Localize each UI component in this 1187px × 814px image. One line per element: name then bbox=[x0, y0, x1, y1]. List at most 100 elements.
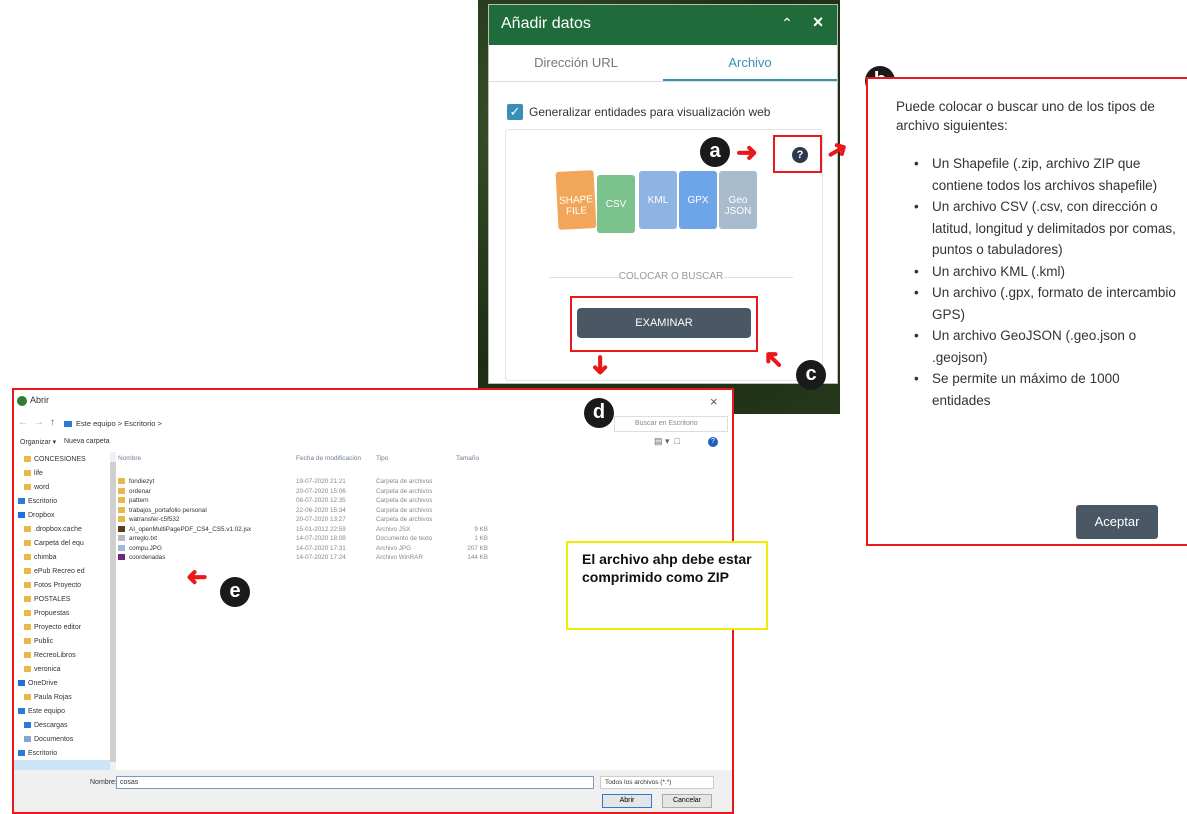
tab-file[interactable]: Archivo bbox=[663, 45, 837, 81]
table-row[interactable]: watransfer-c5f532 20-07-2020 13:27 Carpeta… bbox=[118, 516, 498, 525]
address-bar[interactable]: Este equipo > Escritorio > bbox=[64, 416, 604, 432]
table-row[interactable]: trabajos_portafolio personal 22-06-2020 1… bbox=[118, 507, 498, 516]
tab-url[interactable]: Dirección URL bbox=[489, 45, 663, 81]
sidebar-item-label: Fotos Proyecto bbox=[34, 582, 82, 589]
sidebar-item[interactable]: Paula Rojas bbox=[24, 694, 72, 701]
column-size[interactable]: Tamaño bbox=[456, 455, 479, 462]
dialog-footer: Nombre: cosas Todos los archivos (*.*) A… bbox=[14, 770, 732, 812]
up-arrow-icon[interactable]: ↑ bbox=[50, 417, 55, 428]
open-button[interactable]: Abrir bbox=[602, 794, 652, 808]
sidebar-item[interactable]: Este equipo bbox=[18, 708, 65, 715]
file-type: Archivo JPG bbox=[376, 544, 411, 552]
folder-icon bbox=[24, 554, 31, 561]
forward-arrow-icon[interactable]: → bbox=[34, 417, 44, 428]
generalize-checkbox[interactable]: ✓ bbox=[507, 104, 523, 120]
back-arrow-icon[interactable]: ← bbox=[18, 417, 28, 428]
folder-icon bbox=[24, 596, 31, 603]
sidebar-item[interactable]: .dropbox.cache bbox=[24, 526, 82, 533]
file-type: Carpeta de archivos bbox=[376, 487, 433, 495]
table-row[interactable]: AI_openMultiPagePDF_CS4_CS5.v1.02.jsx 15-… bbox=[118, 526, 498, 535]
sidebar-item[interactable]: Fotos Proyecto bbox=[24, 582, 81, 589]
file-date: 22-06-2020 15:34 bbox=[296, 506, 346, 514]
panel-title: Añadir datos bbox=[501, 15, 591, 32]
sidebar-item[interactable]: POSTALES bbox=[24, 596, 70, 603]
sidebar-item[interactable]: life bbox=[24, 470, 43, 477]
file-name-input[interactable]: cosas bbox=[116, 776, 594, 789]
sidebar-item-label: Carpeta del equ bbox=[34, 540, 84, 547]
table-row[interactable]: pattern 08-07-2020 12:35 Carpeta de archiv… bbox=[118, 497, 498, 506]
sidebar-item[interactable]: Documentos bbox=[24, 736, 73, 743]
file-type-select[interactable]: Todos los archivos (*.*) bbox=[600, 776, 714, 789]
navigation-pane: CONCESIONES life word Escritorio Dropbox .dro… bbox=[14, 452, 110, 770]
folder-icon bbox=[24, 638, 31, 645]
file-name-text: watransfer-c5f532 bbox=[129, 516, 180, 523]
file-type: Carpeta de archivos bbox=[376, 497, 433, 504]
sidebar-item[interactable]: Proyecto editor bbox=[24, 624, 81, 631]
file-list-header: Nombre Fecha de modificación Tipo Tamaño bbox=[118, 452, 518, 466]
sidebar-item[interactable]: word bbox=[24, 484, 49, 491]
folder-icon bbox=[24, 526, 31, 533]
csv-type-icon: CSV bbox=[597, 175, 635, 233]
sidebar-item[interactable]: Public bbox=[24, 638, 53, 645]
sidebar-item[interactable]: OneDrive bbox=[18, 680, 58, 687]
sidebar-item[interactable]: Dropbox bbox=[18, 512, 54, 519]
sidebar-item[interactable]: Escritorio bbox=[18, 750, 57, 757]
sidebar-item[interactable]: Carpeta del equ bbox=[24, 540, 84, 547]
file-name-text: ordenar bbox=[129, 487, 151, 495]
organize-menu[interactable]: Organizar ▾ bbox=[20, 438, 56, 446]
computer-icon bbox=[18, 708, 25, 715]
drop-instruction: COLOCAR O BUSCAR bbox=[618, 271, 724, 282]
file-name: trabajos_portafolio personal bbox=[118, 507, 207, 514]
arrow-down-icon: ➜ bbox=[585, 354, 616, 376]
navigation-scrollbar[interactable] bbox=[110, 452, 116, 770]
table-row[interactable]: compu.JPG 14-07-2020 17:31 Archivo JPG 207 … bbox=[118, 545, 498, 554]
text-file-icon bbox=[118, 535, 125, 542]
folder-icon bbox=[24, 540, 31, 547]
close-icon[interactable]: × bbox=[809, 13, 827, 31]
sidebar-item-label: Escritorio bbox=[28, 750, 58, 757]
list-item: Se permite un máximo de 1000 entidades bbox=[912, 368, 1178, 411]
sidebar-item[interactable]: Descargas bbox=[24, 722, 67, 729]
callout-a: a bbox=[700, 137, 730, 167]
search-input[interactable]: Buscar en Escritorio bbox=[614, 416, 728, 432]
new-folder-button[interactable]: Nueva carpeta bbox=[64, 438, 110, 445]
dropbox-icon bbox=[18, 512, 25, 519]
column-date[interactable]: Fecha de modificación bbox=[296, 455, 361, 462]
file-type: Carpeta de archivos bbox=[376, 506, 433, 514]
cloud-icon bbox=[18, 680, 25, 687]
sidebar-item[interactable]: Escritorio bbox=[18, 498, 57, 505]
file-types-list: Un Shapefile (.zip, archivo ZIP que cont… bbox=[912, 153, 1178, 411]
cancel-button[interactable]: Cancelar bbox=[662, 794, 712, 808]
close-icon[interactable]: × bbox=[710, 394, 718, 409]
sidebar-item[interactable]: veronica bbox=[24, 666, 60, 673]
file-name-label: Nombre: bbox=[90, 779, 117, 786]
column-type[interactable]: Tipo bbox=[376, 455, 388, 462]
accept-button[interactable]: Aceptar bbox=[1076, 505, 1158, 539]
double-chevron-up-icon[interactable]: ⌃ bbox=[779, 15, 795, 31]
column-name[interactable]: Nombre bbox=[118, 455, 141, 462]
sidebar-item[interactable]: CONCESIONES bbox=[24, 456, 86, 463]
table-row[interactable]: fondiezyt 19-07-2020 21:21 Carpeta de arch… bbox=[118, 478, 498, 487]
sidebar-item[interactable]: RecreoLibros bbox=[24, 652, 76, 659]
computer-icon bbox=[64, 421, 72, 428]
scrollbar-thumb[interactable] bbox=[110, 462, 116, 762]
file-date: 14-07-2020 17:31 bbox=[296, 544, 346, 552]
sidebar-item-label: OneDrive bbox=[28, 680, 58, 687]
file-size: 1 KB bbox=[474, 535, 488, 542]
folder-icon bbox=[24, 456, 31, 463]
callout-c: c bbox=[796, 360, 826, 390]
sidebar-item[interactable]: Propuestas bbox=[24, 610, 69, 617]
help-icon[interactable]: ? bbox=[708, 437, 718, 447]
table-row[interactable]: ordenar 20-07-2020 15:06 Carpeta de archiv… bbox=[118, 488, 498, 497]
folder-icon bbox=[118, 478, 125, 485]
sidebar-item[interactable]: chimba bbox=[24, 554, 57, 561]
table-row[interactable]: arreglo.txt 14-07-2020 18:08 Documento de … bbox=[118, 535, 498, 544]
generalize-checkbox-label: Generalizar entidades para visualización… bbox=[529, 105, 771, 119]
sidebar-item[interactable]: ePub Recreo ed bbox=[24, 568, 85, 575]
view-options-icon[interactable]: ▤ ▾ □ bbox=[654, 436, 680, 447]
table-row[interactable]: coordenadas 14-07-2020 17:24 Archivo WinRA… bbox=[118, 554, 498, 563]
list-item: Un archivo CSV (.csv, con dirección o la… bbox=[912, 196, 1178, 261]
file-date: 15-01-2012 22:59 bbox=[296, 525, 346, 533]
dialog-title: Abrir bbox=[30, 395, 50, 405]
breadcrumb: Este equipo > Escritorio > bbox=[76, 419, 162, 428]
